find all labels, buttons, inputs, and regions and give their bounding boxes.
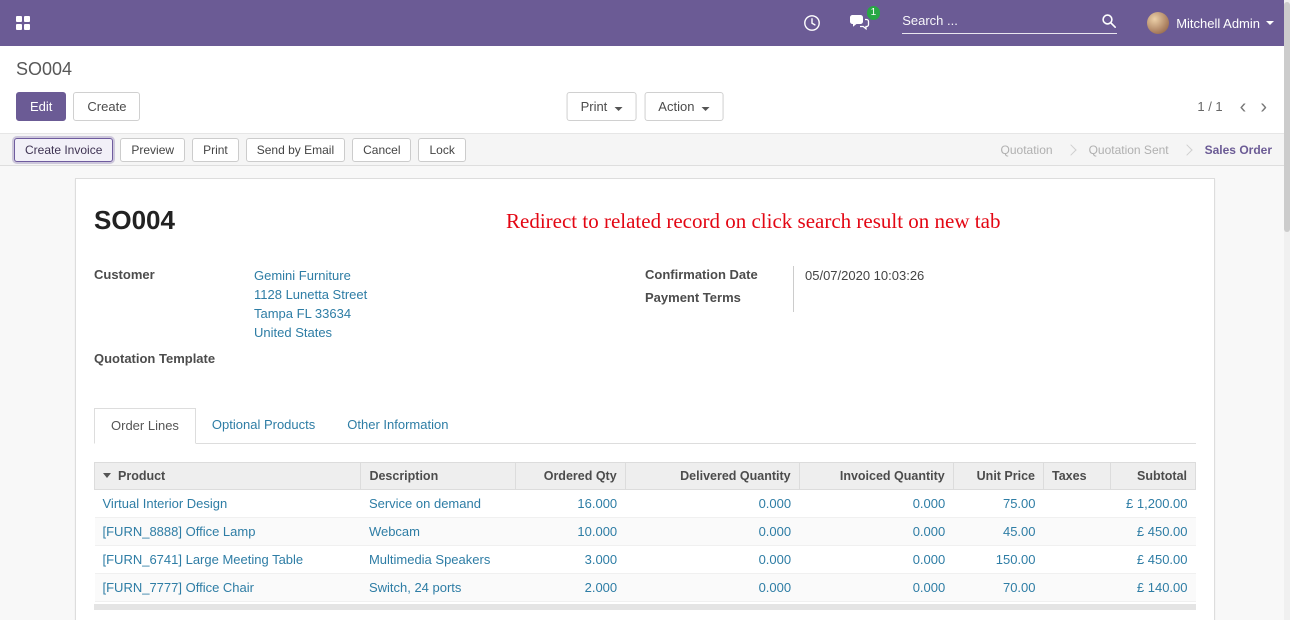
order-lines-table: Product Description Ordered Qty Delivere… [94,462,1196,602]
activities-clock-icon[interactable] [803,14,821,32]
print-button[interactable]: Print [192,138,239,162]
tab-optional-products[interactable]: Optional Products [196,408,331,444]
pager: 1 / 1 [1197,97,1274,117]
print-dropdown-button[interactable]: Print [567,92,637,121]
main-content: SO004 Redirect to related record on clic… [0,166,1290,620]
messages-icon[interactable]: 1 [849,14,870,32]
table-row[interactable]: [FURN_7777] Office Chair Switch, 24 port… [95,574,1196,602]
action-dropdown-button[interactable]: Action [644,92,723,121]
annotation-note: Redirect to related record on click sear… [506,209,1000,234]
table-footer-strip [94,604,1196,610]
column-header-invoiced-quantity[interactable]: Invoiced Quantity [799,463,953,490]
status-pipeline: Quotation Quotation Sent Sales Order [983,134,1290,165]
pager-next-button[interactable] [1253,97,1274,117]
sort-caret-icon [103,473,111,478]
breadcrumb-row: SO004 [0,46,1290,84]
payment-terms-label: Payment Terms [645,289,793,312]
payment-terms-value [793,289,1196,312]
edit-button[interactable]: Edit [16,92,66,121]
create-invoice-button[interactable]: Create Invoice [14,138,113,162]
table-row[interactable]: Virtual Interior Design Service on deman… [95,490,1196,518]
quotation-template-label: Quotation Template [94,350,254,366]
customer-label: Customer [94,266,254,342]
column-header-taxes[interactable]: Taxes [1044,463,1111,490]
table-row[interactable]: [FURN_8888] Office Lamp Webcam 10.000 0.… [95,518,1196,546]
apps-menu-icon[interactable] [16,16,30,30]
cancel-button[interactable]: Cancel [352,138,411,162]
scrollbar-thumb[interactable] [1284,2,1290,232]
preview-button[interactable]: Preview [120,138,185,162]
search-input[interactable] [902,13,1101,28]
confirmation-date-value: 05/07/2020 10:03:26 [793,266,1196,289]
topbar-search [902,13,1117,34]
lock-button[interactable]: Lock [418,138,465,162]
table-row[interactable]: [FURN_6741] Large Meeting Table Multimed… [95,546,1196,574]
chevron-down-icon [701,107,709,111]
create-button[interactable]: Create [73,92,140,121]
notebook-tabs: Order Lines Optional Products Other Info… [94,408,1196,444]
column-header-delivered-quantity[interactable]: Delivered Quantity [625,463,799,490]
column-header-description[interactable]: Description [361,463,515,490]
column-header-subtotal[interactable]: Subtotal [1111,463,1196,490]
confirmation-date-label: Confirmation Date [645,266,793,289]
column-header-unit-price[interactable]: Unit Price [953,463,1043,490]
table-header-row: Product Description Ordered Qty Delivere… [95,463,1196,490]
user-name: Mitchell Admin [1176,16,1260,31]
user-menu[interactable]: Mitchell Admin [1147,12,1274,34]
status-quotation[interactable]: Quotation [983,134,1071,165]
status-sales-order[interactable]: Sales Order [1187,134,1290,165]
customer-value[interactable]: Gemini Furniture 1128 Lunetta Street Tam… [254,266,367,342]
top-navbar: 1 Mitchell Admin [0,0,1290,46]
send-by-email-button[interactable]: Send by Email [246,138,345,162]
tab-other-information[interactable]: Other Information [331,408,464,444]
search-icon[interactable] [1101,13,1117,29]
statusbar: Create Invoice Preview Print Send by Ema… [0,133,1290,166]
breadcrumb: SO004 [16,59,72,79]
column-header-product[interactable]: Product [95,463,361,490]
control-panel: Edit Create Print Action 1 / 1 [0,84,1290,133]
pager-previous-button[interactable] [1233,97,1254,117]
field-group: Customer Gemini Furniture 1128 Lunetta S… [94,266,1196,374]
message-count-badge: 1 [867,6,881,20]
avatar [1147,12,1169,34]
sales-order-sheet: SO004 Redirect to related record on clic… [75,178,1215,620]
tab-order-lines[interactable]: Order Lines [94,408,196,444]
page-scrollbar[interactable] [1284,0,1290,620]
status-quotation-sent[interactable]: Quotation Sent [1071,134,1187,165]
column-header-ordered-qty[interactable]: Ordered Qty [515,463,625,490]
chevron-down-icon [614,107,622,111]
pager-count: 1 / 1 [1197,99,1222,114]
user-menu-caret-icon [1266,21,1274,25]
